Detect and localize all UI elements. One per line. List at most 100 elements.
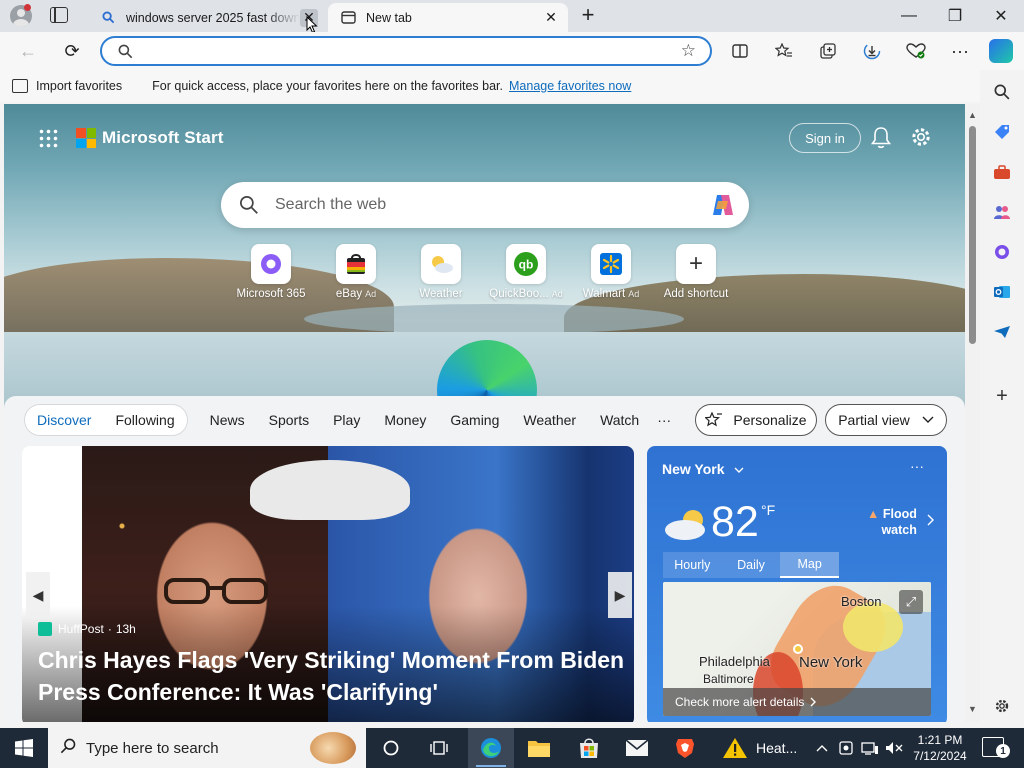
scroll-thumb[interactable] [969, 126, 976, 344]
volume-muted-icon[interactable] [884, 728, 904, 768]
address-input[interactable] [146, 42, 666, 60]
import-favorites-button[interactable]: Import favorites [12, 79, 122, 93]
outlook-icon[interactable] [992, 282, 1012, 302]
address-bar[interactable]: ☆ [100, 36, 712, 66]
tab-weather[interactable]: Weather [523, 412, 576, 428]
microsoft-store-icon[interactable] [566, 728, 612, 768]
weather-tab-map[interactable]: Map [780, 552, 840, 578]
web-search-input[interactable] [275, 195, 695, 215]
search-icon [118, 44, 133, 62]
tab-new-tab[interactable]: New tab ✕ [328, 3, 568, 32]
check-alerts-link[interactable]: Check more alert details [663, 688, 931, 716]
tab-watch[interactable]: Watch [600, 412, 639, 428]
weather-location[interactable]: New York [662, 461, 744, 477]
tab-gaming[interactable]: Gaming [450, 412, 499, 428]
carousel-next-button[interactable]: ▶ [608, 572, 632, 618]
shortcut-walmart[interactable]: Walmart Ad [567, 244, 655, 300]
new-tab-page: Microsoft Start Sign in Microsoft 365 eB… [4, 104, 965, 722]
weather-more-button[interactable]: ··· [910, 458, 924, 474]
refresh-button[interactable]: ⟳ [58, 38, 86, 64]
page-settings-gear-icon[interactable] [910, 126, 932, 148]
network-icon[interactable] [860, 728, 880, 768]
shortcut-weather[interactable]: Weather [397, 244, 485, 300]
new-tab-button[interactable]: + [576, 4, 600, 28]
minimize-button[interactable]: — [886, 0, 932, 32]
weather-tab-daily[interactable]: Daily [721, 552, 781, 578]
browser-essentials-icon[interactable] [902, 38, 930, 64]
app-launcher-icon[interactable] [38, 128, 58, 148]
close-window-button[interactable]: ✕ [978, 0, 1024, 32]
shortcut-ebay[interactable]: eBay Ad [312, 244, 400, 300]
sidebar-search-icon[interactable] [992, 82, 1012, 102]
shortcut-microsoft-365[interactable]: Microsoft 365 [227, 244, 315, 300]
tab-news[interactable]: News [210, 412, 245, 428]
mail-icon[interactable] [614, 728, 660, 768]
sign-in-button[interactable]: Sign in [789, 123, 861, 153]
more-tabs-button[interactable]: ··· [657, 412, 671, 428]
cortana-icon[interactable] [368, 728, 414, 768]
start-button[interactable] [0, 728, 48, 768]
notifications-bell-icon[interactable] [870, 126, 892, 150]
people-icon[interactable] [992, 202, 1012, 222]
tab-actions-icon[interactable] [50, 7, 68, 23]
weather-unit[interactable]: °F [761, 502, 775, 518]
tools-briefcase-icon[interactable] [992, 162, 1012, 182]
tab-close-button[interactable]: ✕ [542, 9, 560, 27]
brand-title[interactable]: Microsoft Start [102, 128, 223, 148]
shortcut-quickbooks[interactable]: qb QuickBoo... Ad [482, 244, 570, 300]
show-hidden-icons-button[interactable] [812, 728, 832, 768]
tab-money[interactable]: Money [384, 412, 426, 428]
weather-tab-hourly[interactable]: Hourly [663, 552, 722, 578]
expand-map-icon[interactable]: ⤢ [899, 590, 923, 614]
shopping-tag-icon[interactable] [992, 122, 1012, 142]
copilot-icon[interactable] [989, 39, 1013, 63]
tab-play[interactable]: Play [333, 412, 360, 428]
taskbar-search-box[interactable]: Type here to search [48, 728, 366, 768]
tab-following[interactable]: Following [115, 412, 174, 428]
personalize-button[interactable]: Personalize [695, 404, 817, 436]
scroll-down-arrow-icon[interactable]: ▼ [968, 704, 977, 714]
tab-discover[interactable]: Discover [37, 412, 91, 428]
separator-dot: · [107, 622, 112, 636]
split-screen-icon[interactable] [726, 38, 754, 64]
page-scrollbar[interactable]: ▲ ▼ [965, 104, 980, 722]
scroll-up-arrow-icon[interactable]: ▲ [968, 110, 977, 120]
add-sidebar-app-icon[interactable]: + [992, 385, 1012, 407]
brave-browser-icon[interactable] [662, 728, 708, 768]
plus-icon: + [676, 244, 716, 284]
taskbar-clock[interactable]: 1:21 PM 7/12/2024 [908, 732, 972, 764]
weather-card[interactable]: New York ··· 82 °F ▲ Flood watch Hourly … [647, 446, 947, 722]
more-menu-button[interactable]: ··· [946, 38, 974, 64]
meet-now-icon[interactable] [836, 728, 856, 768]
copilot-icon[interactable] [709, 192, 737, 218]
microsoft-365-icon[interactable] [992, 242, 1012, 262]
view-dropdown[interactable]: Partial view [825, 404, 947, 436]
drop-send-icon[interactable] [992, 322, 1012, 342]
taskbar-edge-icon[interactable] [468, 728, 514, 768]
add-shortcut-button[interactable]: + Add shortcut [652, 244, 740, 300]
alert-line-2: watch [881, 523, 917, 537]
flood-watch-alert[interactable]: ▲ Flood watch [867, 506, 917, 538]
web-search-box[interactable] [221, 182, 749, 228]
weather-map[interactable]: Boston Philadelphia Baltimore New York ⤢… [663, 582, 931, 716]
back-button[interactable]: ← [14, 38, 42, 64]
import-favorites-label: Import favorites [36, 79, 123, 93]
shopping-bag-icon [336, 244, 376, 284]
taskbar-weather-widget[interactable]: Heat... [722, 728, 797, 768]
sidebar-settings-icon[interactable] [992, 696, 1012, 716]
task-view-icon[interactable] [416, 728, 462, 768]
tab-sports[interactable]: Sports [269, 412, 309, 428]
top-story-card[interactable]: ◀ ▶ HuffPost · 13h Chris Hayes Flags 'Ve… [22, 446, 634, 722]
carousel-prev-button[interactable]: ◀ [26, 572, 50, 618]
import-icon [12, 79, 28, 93]
collections-icon[interactable] [814, 38, 842, 64]
favorite-star-icon[interactable]: ☆ [681, 41, 696, 61]
tab-windows-server[interactable]: windows server 2025 fast download ✕ [88, 3, 326, 32]
search-icon [239, 195, 259, 218]
favorites-icon[interactable] [770, 38, 798, 64]
manage-favorites-link[interactable]: Manage favorites now [509, 79, 631, 93]
downloads-icon[interactable] [858, 38, 886, 64]
restore-button[interactable]: ❐ [932, 0, 978, 32]
file-explorer-icon[interactable] [516, 728, 562, 768]
story-headline[interactable]: Chris Hayes Flags 'Very Striking' Moment… [38, 644, 628, 708]
